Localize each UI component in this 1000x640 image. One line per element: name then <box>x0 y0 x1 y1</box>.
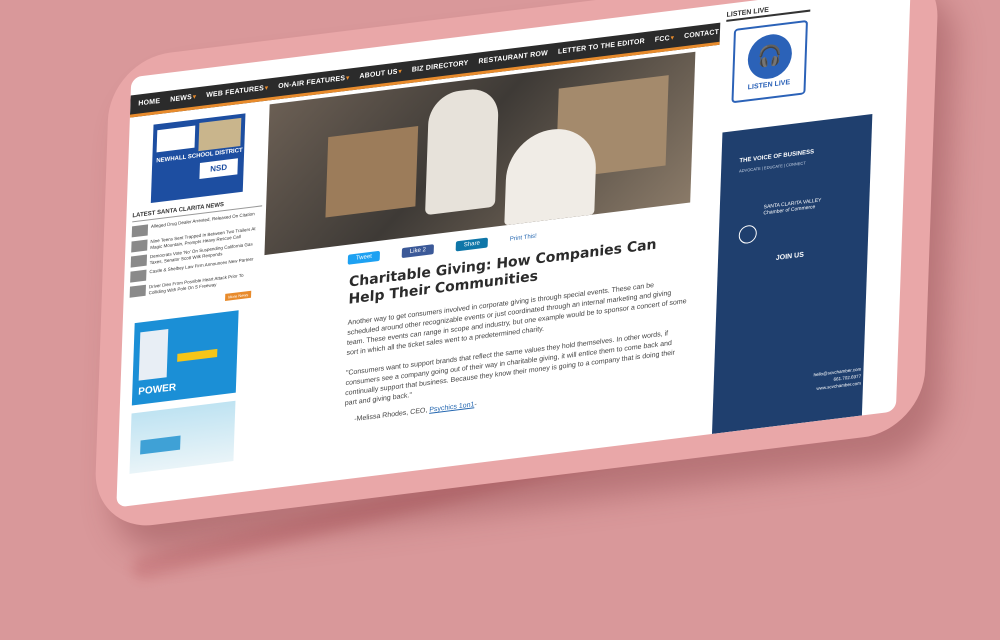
news-thumbnail <box>130 254 148 268</box>
article-main: Tweet Like 2 Share Print This! Charitabl… <box>256 50 709 486</box>
listen-live-heading: LISTEN LIVE <box>726 1 811 22</box>
listen-live-button[interactable]: 🎧 LISTEN LIVE <box>731 19 808 104</box>
chamber-contact: hello@scvchamber.com 661.702.6977 www.sc… <box>813 366 862 392</box>
ad-nsd-badge: NSD <box>199 158 238 180</box>
nav-item-web-features[interactable]: WEB FEATURES▾ <box>206 84 268 99</box>
facebook-like-button[interactable]: Like 2 <box>401 244 435 259</box>
sky-ad-banner <box>140 435 181 455</box>
caret-down-icon: ▾ <box>670 35 675 42</box>
news-thumbnail <box>129 284 146 298</box>
sky-ad[interactable] <box>129 400 236 474</box>
news-thumbnail <box>131 239 148 253</box>
news-thumbnail <box>131 224 149 238</box>
chamber-ad[interactable]: THE VOICE OF BUSINESS ADVOCATE | EDUCATE… <box>711 113 873 434</box>
ad-cta-button[interactable] <box>177 348 218 362</box>
headphones-icon: 🎧 <box>747 31 793 82</box>
solar-panel-image <box>138 328 169 381</box>
linkedin-share-button[interactable]: Share <box>455 237 488 252</box>
attribution-suffix: - <box>474 400 477 409</box>
chamber-logo-text: SANTA CLARITA VALLEY Chamber of Commerce <box>763 197 822 217</box>
browser-screen: HOME NEWS▾ WEB FEATURES▾ ON-AIR FEATURES… <box>116 0 911 508</box>
psychics-link[interactable]: Psychics 1on1 <box>429 401 474 414</box>
nav-item-about-us[interactable]: ABOUT US▾ <box>359 68 402 81</box>
tweet-button[interactable]: Tweet <box>347 250 381 265</box>
listen-live-label: LISTEN LIVE <box>747 79 791 92</box>
nav-item-fcc[interactable]: FCC▾ <box>655 34 675 44</box>
caret-down-icon: ▾ <box>192 94 197 101</box>
hero-volunteer <box>425 85 500 216</box>
print-this-link[interactable]: Print This! <box>510 233 537 242</box>
join-us-button[interactable]: JOIN US <box>776 244 868 261</box>
caret-down-icon: ▾ <box>398 68 402 76</box>
nav-item-on-air-features[interactable]: ON-AIR FEATURES▾ <box>278 74 349 90</box>
hero-volunteer-back <box>504 123 598 226</box>
ad-photo <box>198 117 242 152</box>
attribution-text: -Melissa Rhodes, CEO, <box>354 407 428 424</box>
power-brand: POWER <box>138 382 177 398</box>
left-sidebar: NEWHALL SCHOOL DISTRICT NSD LATEST SANTA… <box>123 111 266 499</box>
ad-tag <box>156 125 196 153</box>
caret-down-icon: ▾ <box>346 75 350 82</box>
tablet-device: HOME NEWS▾ WEB FEATURES▾ ON-AIR FEATURES… <box>93 0 940 533</box>
nav-item-restaurant-row[interactable]: RESTAURANT ROW <box>478 50 548 66</box>
nav-item-biz-directory[interactable]: BIZ DIRECTORY <box>412 60 469 74</box>
chamber-seal-icon <box>738 224 758 245</box>
nav-item-home[interactable]: HOME <box>138 98 160 108</box>
nav-item-news[interactable]: NEWS▾ <box>170 93 197 104</box>
right-sidebar: LISTEN LIVE 🎧 LISTEN LIVE THE VOICE OF B… <box>711 0 907 434</box>
more-news-button[interactable]: More News <box>225 290 252 301</box>
power-ad[interactable]: POWER <box>131 310 239 406</box>
nav-item-letter-to-the-editor[interactable]: LETTER TO THE EDITOR <box>558 38 645 56</box>
nav-item-contact-us[interactable]: CONTACT US <box>684 27 732 40</box>
caret-down-icon: ▾ <box>264 85 269 92</box>
news-thumbnail <box>130 269 147 283</box>
newhall-school-ad[interactable]: NEWHALL SCHOOL DISTRICT NSD <box>150 113 246 204</box>
hero-boxes-left <box>325 126 419 218</box>
